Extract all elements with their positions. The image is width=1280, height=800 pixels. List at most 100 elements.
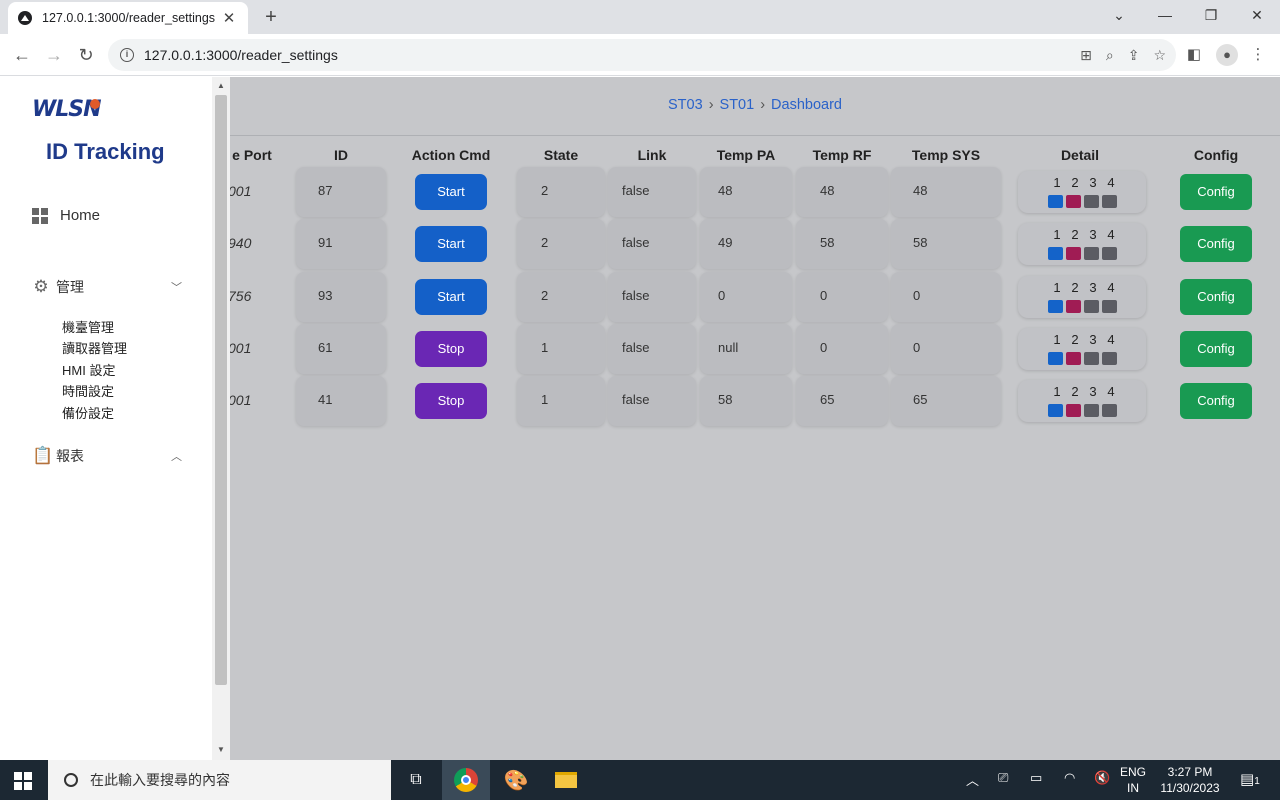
sidebar-item-label: Home (60, 207, 101, 224)
bookmark-star-icon[interactable]: ☆ (1153, 47, 1166, 64)
detail-channel-label: 4 (1107, 332, 1115, 347)
main-content: ST03 › ST01 › Dashboard e Port ID Action Cmd… (230, 77, 1280, 760)
detail-indicator[interactable]: 1234 (1018, 328, 1146, 370)
action-cmd-button[interactable]: Stop (415, 331, 487, 367)
close-tab-icon[interactable]: ✕ (220, 9, 238, 27)
company-logo: WLSN (32, 97, 102, 122)
cell-link: false (608, 272, 696, 322)
detail-indicator[interactable]: 1234 (1018, 276, 1146, 318)
detail-channel-square (1084, 247, 1099, 260)
sidebar-group-management[interactable]: ⚙ 管理 ﹀ (32, 277, 182, 297)
minimize-icon[interactable]: — (1150, 4, 1180, 26)
scrollbar-thumb[interactable] (215, 95, 227, 685)
site-favicon-icon (18, 11, 32, 25)
column-header-detail: Detail (1060, 147, 1100, 163)
cell-port: 001 (230, 183, 252, 199)
tray-chevron-up-icon[interactable]: ︿ (966, 770, 979, 789)
cell-port: 756 (230, 288, 252, 304)
windows-taskbar: 在此輸入要搜尋的內容 ⧉ 🎨 ︿ ⎚ ▭ ◠ 🔇 ENG IN 3:27 PM … (0, 760, 1280, 800)
chevron-right-icon: › (760, 97, 766, 113)
config-button[interactable]: Config (1180, 226, 1252, 262)
language-indicator[interactable]: ENG IN (1120, 764, 1146, 796)
zoom-icon[interactable]: ⌕ (1106, 47, 1114, 64)
tab-search-chevron-icon[interactable]: ⌄ (1104, 4, 1134, 26)
volume-muted-icon[interactable]: 🔇 (1094, 770, 1110, 786)
site-info-icon[interactable]: i (120, 48, 134, 62)
action-cmd-button[interactable]: Start (415, 226, 487, 262)
paint-app-icon[interactable]: 🎨 (492, 760, 540, 800)
sidebar-group-reports[interactable]: 📋 報表 ︿ (32, 446, 182, 466)
action-cmd-button[interactable]: Start (415, 174, 487, 210)
detail-channel-square (1084, 195, 1099, 208)
config-button[interactable]: Config (1180, 174, 1252, 210)
url-text: 127.0.0.1:3000/reader_settings (144, 47, 338, 63)
detail-channel-square (1048, 247, 1063, 260)
config-button[interactable]: Config (1180, 331, 1252, 367)
breadcrumb: ST03 › ST01 › Dashboard (230, 97, 1280, 113)
detail-channel-square (1084, 352, 1099, 365)
taskbar-search-input[interactable]: 在此輸入要搜尋的內容 (48, 760, 391, 800)
close-window-icon[interactable]: ✕ (1242, 4, 1272, 26)
restore-icon[interactable]: ❐ (1196, 4, 1226, 26)
action-cmd-button[interactable]: Start (415, 279, 487, 315)
detail-channel-numbers: 1234 (1048, 227, 1120, 242)
detail-indicator[interactable]: 1234 (1018, 171, 1146, 213)
sidebar-group-label: 報表 (56, 448, 84, 464)
detail-indicator[interactable]: 1234 (1018, 223, 1146, 265)
sidebar-subitem-reader[interactable]: 讀取器管理 (62, 338, 127, 357)
profile-avatar-icon[interactable]: ● (1216, 44, 1238, 66)
sidebar-item-home[interactable]: Home (32, 207, 100, 224)
cell-link: false (608, 167, 696, 217)
cell-state: 2 (517, 167, 605, 217)
reload-icon[interactable]: ↻ (74, 43, 98, 67)
detail-channel-square (1066, 352, 1081, 365)
sidebar-scrollbar[interactable]: ▲ ▼ (212, 77, 230, 760)
scroll-up-arrow-icon[interactable]: ▲ (212, 81, 230, 90)
sidebar-subitem-machine[interactable]: 機臺管理 (62, 317, 114, 336)
wifi-icon[interactable]: ◠ (1064, 770, 1075, 786)
share-icon[interactable]: ⇪ (1128, 47, 1140, 64)
breadcrumb-item[interactable]: ST01 (720, 97, 755, 113)
detail-channel-square (1084, 300, 1099, 313)
breadcrumb-item[interactable]: Dashboard (771, 97, 842, 113)
sidebar-subitem-backup[interactable]: 備份設定 (62, 403, 114, 422)
chrome-taskbar-icon[interactable] (442, 760, 490, 800)
detail-indicator[interactable]: 1234 (1018, 380, 1146, 422)
sidebar-subitem-hmi[interactable]: HMI 設定 (62, 360, 115, 379)
taskbar-clock[interactable]: 3:27 PM 11/30/2023 (1150, 764, 1230, 796)
sidebar-subitem-time[interactable]: 時間設定 (62, 381, 114, 400)
cell-link: false (608, 376, 696, 426)
cell-temp-pa: null (700, 324, 792, 374)
battery-icon[interactable]: ▭ (1030, 770, 1042, 786)
meet-now-icon[interactable]: ⎚ (998, 770, 1008, 786)
detail-channel-square (1048, 352, 1063, 365)
scroll-down-arrow-icon[interactable]: ▼ (212, 745, 230, 754)
config-button[interactable]: Config (1180, 383, 1252, 419)
menu-kebab-icon[interactable]: ⋮ (1248, 45, 1268, 63)
cell-port: 001 (230, 392, 252, 408)
detail-channel-label: 2 (1071, 384, 1079, 399)
detail-channel-label: 3 (1089, 280, 1097, 295)
new-tab-icon[interactable]: + (260, 6, 282, 28)
config-button[interactable]: Config (1180, 279, 1252, 315)
address-bar[interactable]: i 127.0.0.1:3000/reader_settings ⊞ ⌕ ⇪ ☆ (108, 39, 1176, 71)
back-icon[interactable]: ← (10, 43, 34, 67)
side-panel-icon[interactable]: ◧ (1184, 45, 1204, 63)
detail-channel-label: 4 (1107, 384, 1115, 399)
breadcrumb-item[interactable]: ST03 (668, 97, 703, 113)
translate-icon[interactable]: ⊞ (1080, 47, 1092, 64)
windows-start-icon[interactable] (14, 772, 32, 790)
task-view-icon[interactable]: ⧉ (392, 760, 440, 800)
browser-toolbar: ← → ↻ i 127.0.0.1:3000/reader_settings ⊞… (0, 34, 1280, 76)
detail-channel-square (1102, 195, 1117, 208)
forward-icon[interactable]: → (42, 43, 66, 67)
detail-channel-square (1048, 300, 1063, 313)
cell-temp-sys: 0 (891, 272, 1001, 322)
cell-temp-rf: 58 (796, 219, 888, 269)
browser-tab[interactable]: 127.0.0.1:3000/reader_settings ✕ (8, 2, 248, 34)
detail-channel-label: 1 (1053, 227, 1061, 242)
cell-id: 61 (296, 324, 386, 374)
action-cmd-button[interactable]: Stop (415, 383, 487, 419)
notification-center-icon[interactable]: ▤1 (1240, 770, 1260, 788)
file-explorer-icon[interactable] (542, 760, 590, 800)
